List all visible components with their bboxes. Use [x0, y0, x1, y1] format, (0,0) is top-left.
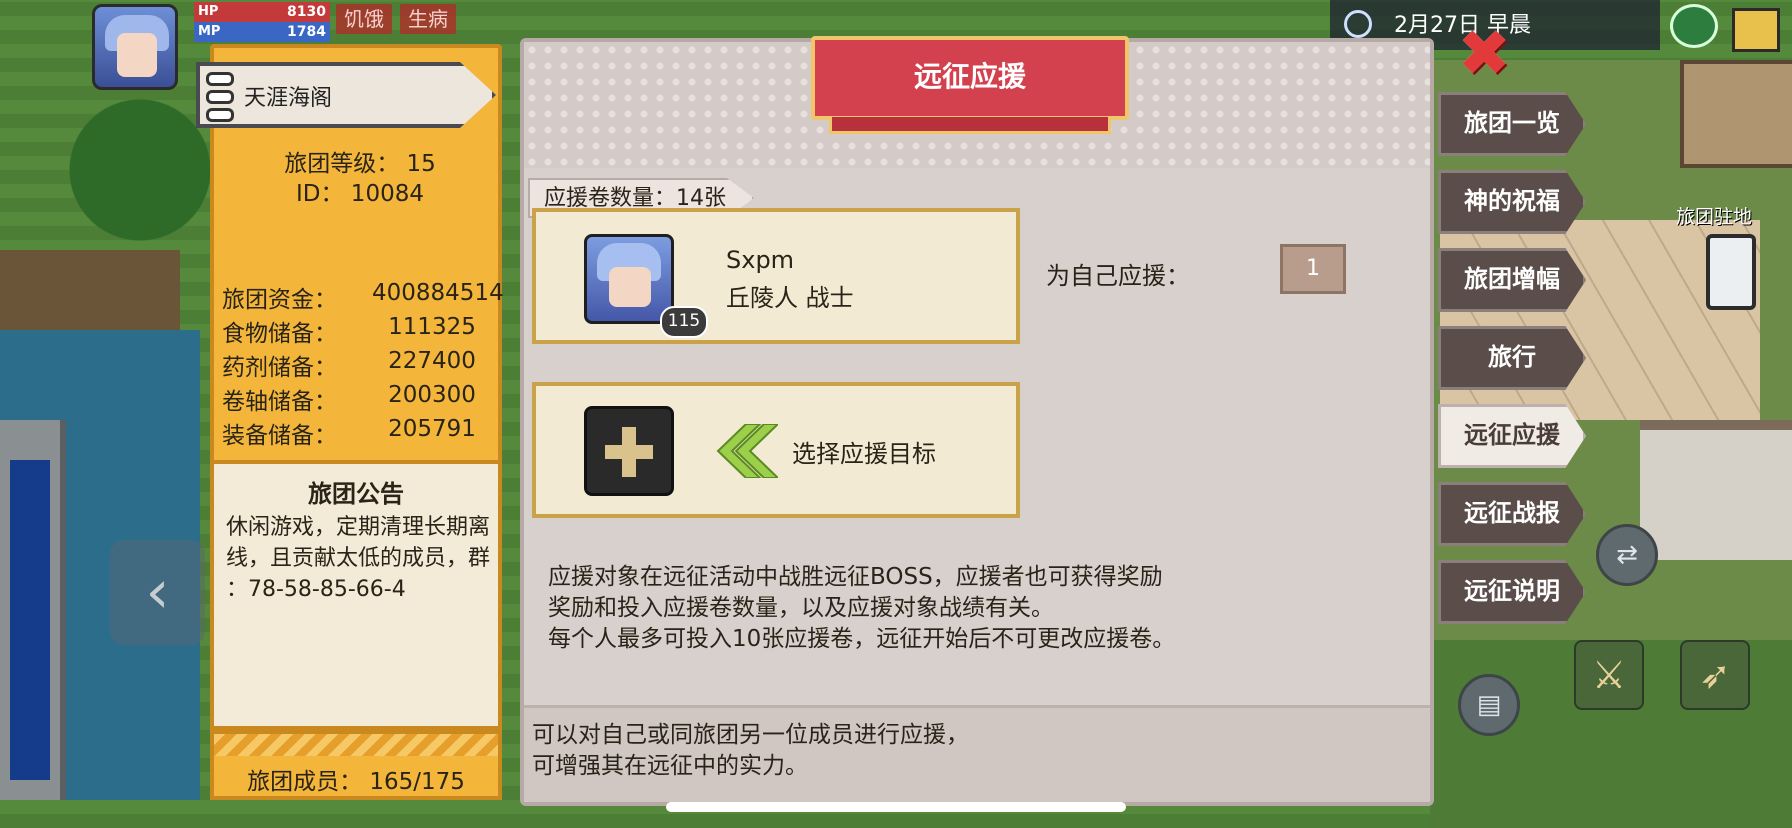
guild-nameplate: 天涯海阁 [196, 62, 496, 128]
map-pool [10, 460, 50, 780]
bottom-note-text: 可以对自己或同旅团另一位成员进行应援， 可增强其在远征中的实力。 [532, 722, 969, 779]
resource-value: 400884514 [372, 280, 504, 306]
resource-value: 111325 [388, 314, 476, 340]
status-hungry-badge: 饥饿 [336, 4, 392, 34]
hp-value: 8130 [287, 4, 326, 20]
self-support-count-input[interactable]: 1 [1280, 244, 1346, 294]
hp-bar: HP 8130 [194, 2, 330, 22]
plus-icon-vertical [622, 427, 636, 477]
globe-icon[interactable] [1670, 4, 1718, 48]
select-target-label: 选择应援目标 [792, 440, 936, 468]
self-character-card[interactable]: 115 Sxpm 丘陵人 战士 [532, 208, 1020, 344]
player-stats: HP 8130 MP 1784 [194, 2, 330, 42]
exit-icon[interactable] [1732, 8, 1780, 52]
double-chevron-left-icon [716, 424, 778, 478]
resource-label: 旅团资金： [222, 287, 337, 313]
character-class: 丘陵人 战士 [726, 284, 854, 312]
dialog-title: 远征应援 [811, 36, 1129, 134]
sun-icon [1344, 10, 1372, 38]
home-indicator [666, 802, 1126, 812]
phone-icon[interactable] [1706, 234, 1756, 310]
avatar-face [609, 267, 651, 307]
mp-value: 1784 [287, 24, 326, 40]
bow-icon[interactable]: ➶ [1680, 640, 1750, 710]
resource-value: 205791 [388, 416, 476, 442]
portrait-face [117, 33, 157, 77]
binder-ring-icon [206, 108, 234, 122]
resource-value: 227400 [388, 348, 476, 374]
mp-label: MP [198, 24, 221, 39]
book-icon[interactable]: ▤ [1458, 674, 1520, 736]
map-dirt-area [0, 250, 180, 340]
map-left-arrow-button[interactable]: ‹ [110, 540, 205, 645]
swap-icon[interactable]: ⇄ [1596, 524, 1658, 586]
map-building-roof [1640, 420, 1792, 560]
add-target-button[interactable] [584, 406, 674, 496]
resource-value: 200300 [388, 382, 476, 408]
support-description: 应援对象在远征活动中战胜远征BOSS，应援者也可获得奖励 奖励和投入应援卷数量，… [548, 564, 1176, 652]
guild-station-label: 旅团驻地 [1676, 206, 1753, 228]
close-icon[interactable]: ✖ [1452, 22, 1516, 86]
expedition-support-dialog: 远征应援 应援卷数量：14张 115 Sxpm 丘陵人 战士 为自己应援： 1 … [520, 36, 1434, 806]
tab-expedition-support[interactable]: 远征应援 [1438, 404, 1586, 468]
resource-label: 卷轴储备： [222, 389, 337, 415]
footer-decoration [214, 734, 498, 756]
guild-members-footer: 旅团成员： 165/175 [210, 730, 502, 800]
character-name: Sxpm [726, 246, 795, 274]
sword-icon[interactable]: ⚔ [1574, 640, 1644, 710]
resource-label: 食物储备： [222, 321, 337, 347]
resource-label: 装备储备： [222, 423, 337, 449]
guild-id: ID： 10084 [296, 181, 424, 207]
select-target-card[interactable]: 选择应援目标 [532, 382, 1020, 518]
character-avatar [584, 234, 674, 324]
tab-guild-boost[interactable]: 旅团增幅 [1438, 248, 1586, 312]
status-sick-badge: 生病 [400, 4, 456, 34]
map-house [1680, 60, 1792, 168]
notice-title: 旅团公告 [308, 480, 404, 508]
binder-ring-icon [206, 90, 234, 104]
binder-ring-icon [206, 72, 234, 86]
resource-label: 药剂储备： [222, 355, 337, 381]
self-support-label: 为自己应援： [1046, 262, 1190, 290]
tab-expedition-report[interactable]: 远征战报 [1438, 482, 1586, 546]
guild-level: 旅团等级： 15 [284, 151, 436, 177]
mp-bar: MP 1784 [194, 22, 330, 42]
tab-gods-blessing[interactable]: 神的祝福 [1438, 170, 1586, 234]
player-portrait[interactable] [92, 4, 178, 90]
bottom-note-bar: 可以对自己或同旅团另一位成员进行应援， 可增强其在远征中的实力。 [524, 705, 1430, 802]
tab-expedition-guide[interactable]: 远征说明 [1438, 560, 1586, 624]
guild-member-count: 旅团成员： 165/175 [247, 769, 465, 795]
tab-guild-overview[interactable]: 旅团一览 [1438, 92, 1586, 156]
character-level-badge: 115 [660, 306, 708, 338]
hp-label: HP [198, 4, 219, 19]
guild-info-panel: 旅团等级： 15 ID： 10084 旅团资金： 400884514 食物储备：… [196, 44, 504, 800]
guild-name: 天涯海阁 [244, 86, 333, 111]
tab-travel[interactable]: 旅行 [1438, 326, 1586, 390]
guild-notice: 旅团公告 休闲游戏，定期清理长期离线，且贡献太低的成员，群 ：78-58-85-… [210, 460, 502, 730]
notice-body: 休闲游戏，定期清理长期离线，且贡献太低的成员，群 ：78-58-85-66-4 [226, 515, 491, 602]
